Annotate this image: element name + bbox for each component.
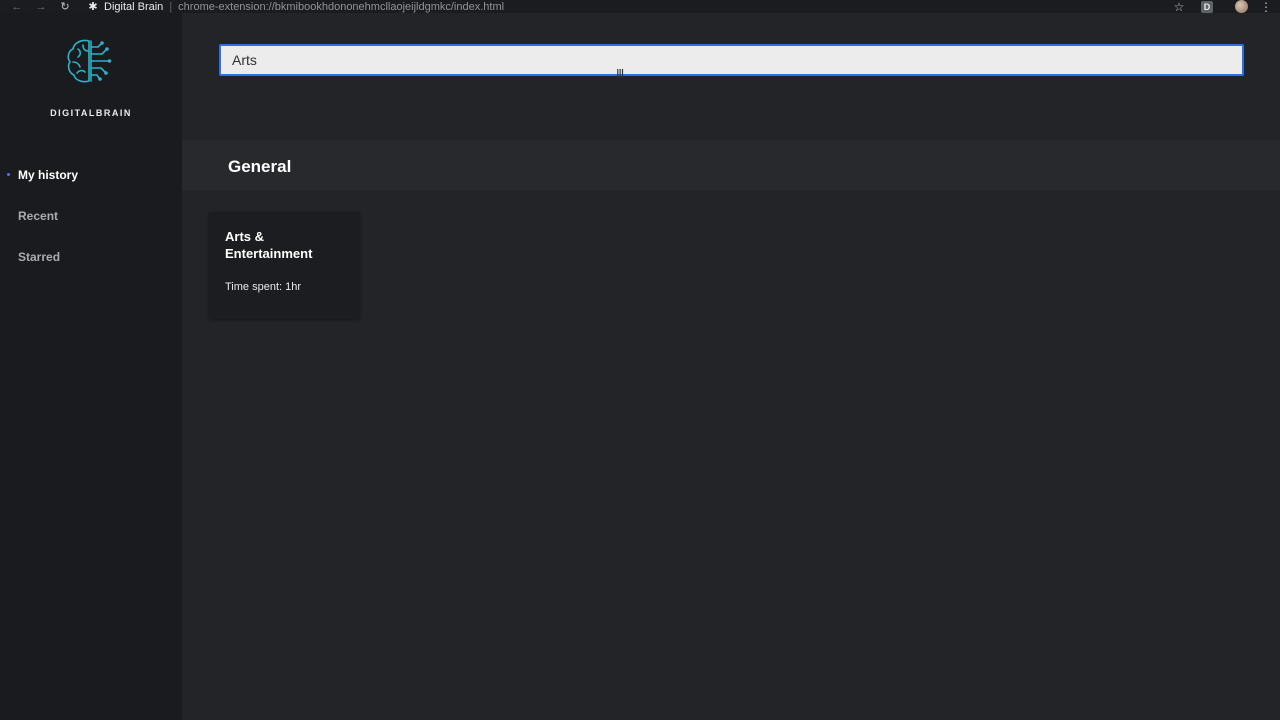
- card-time-spent: Time spent: 1hr: [225, 281, 302, 293]
- card-title: Arts & Entertainment: [225, 229, 313, 261]
- toolbar-actions: ☆ D ⋮: [1171, 0, 1280, 14]
- back-arrow-icon[interactable]: ←: [9, 0, 25, 13]
- sidebar-item-label: Recent: [18, 209, 59, 223]
- sidebar-item-starred[interactable]: Starred: [18, 250, 60, 264]
- section-title: General: [228, 157, 292, 176]
- puzzle-extension-icon: ✱: [88, 1, 98, 13]
- profile-avatar[interactable]: [1235, 0, 1248, 13]
- sidebar-item-my-history[interactable]: My history: [7, 168, 79, 182]
- category-card[interactable]: Arts & Entertainment Time spent: 1hr: [209, 212, 360, 319]
- section-header: General: [182, 140, 1280, 190]
- sidebar-item-recent[interactable]: Recent: [18, 209, 58, 223]
- url-separator: |: [169, 0, 173, 13]
- brand-name: DIGITALBRAIN: [50, 108, 132, 118]
- search-input[interactable]: [221, 46, 1242, 74]
- address-bar-url[interactable]: chrome-extension://bkmibookhdononehmclla…: [178, 1, 504, 13]
- bookmark-star-icon[interactable]: ☆: [1171, 0, 1187, 14]
- active-indicator-dot: [7, 173, 10, 176]
- forward-arrow-icon[interactable]: →: [33, 0, 49, 13]
- reload-icon[interactable]: ↻: [57, 0, 73, 13]
- extension-badge[interactable]: D: [1201, 0, 1213, 13]
- brain-logo-icon[interactable]: [64, 35, 116, 87]
- site-name: Digital Brain: [104, 0, 164, 13]
- sidebar-item-label: Starred: [18, 250, 61, 264]
- menu-kebab-icon[interactable]: ⋮: [1260, 0, 1272, 14]
- browser-toolbar: ← → ↻ ✱ Digital Brain | chrome-extension…: [0, 0, 1280, 14]
- search-box[interactable]: [219, 44, 1244, 76]
- sidebar: DIGITALBRAIN My history Recent Starred: [0, 13, 182, 720]
- sidebar-item-label: My history: [18, 168, 79, 182]
- main-content: Ⅲ General Arts & Entertainment Time spen…: [182, 13, 1280, 720]
